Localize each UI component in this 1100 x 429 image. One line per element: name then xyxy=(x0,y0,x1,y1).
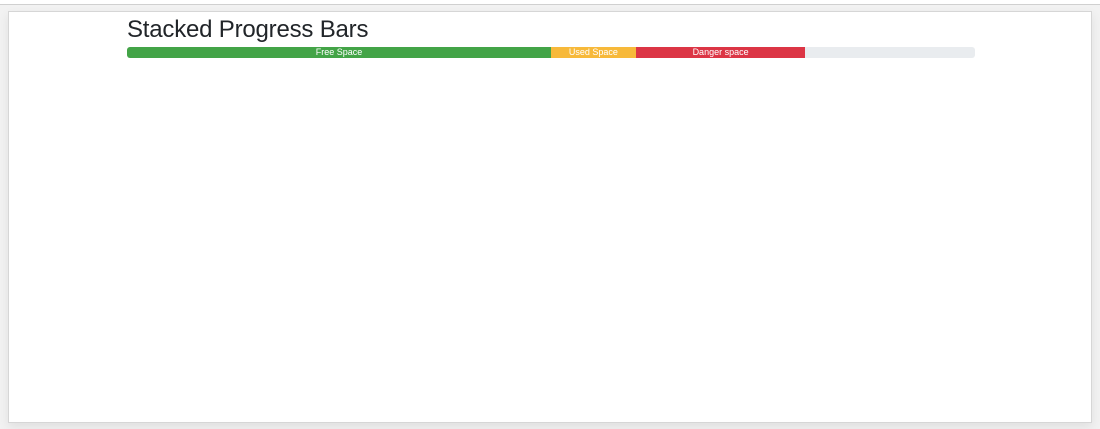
progress-segment-label: Used Space xyxy=(568,47,618,57)
progress-segment-danger: Danger space xyxy=(635,47,806,58)
stacked-progress-bar: Free Space Used Space Danger space xyxy=(127,47,975,58)
progress-segment-label: Free Space xyxy=(315,47,363,57)
progress-segment-free: Free Space xyxy=(127,47,551,58)
progress-segment-label: Danger space xyxy=(692,47,749,57)
progress-segment-used: Used Space xyxy=(551,47,636,58)
browser-tab-strip xyxy=(0,0,1100,5)
page-title: Stacked Progress Bars xyxy=(127,16,369,43)
page-frame: Stacked Progress Bars Free Space Used Sp… xyxy=(8,11,1092,423)
